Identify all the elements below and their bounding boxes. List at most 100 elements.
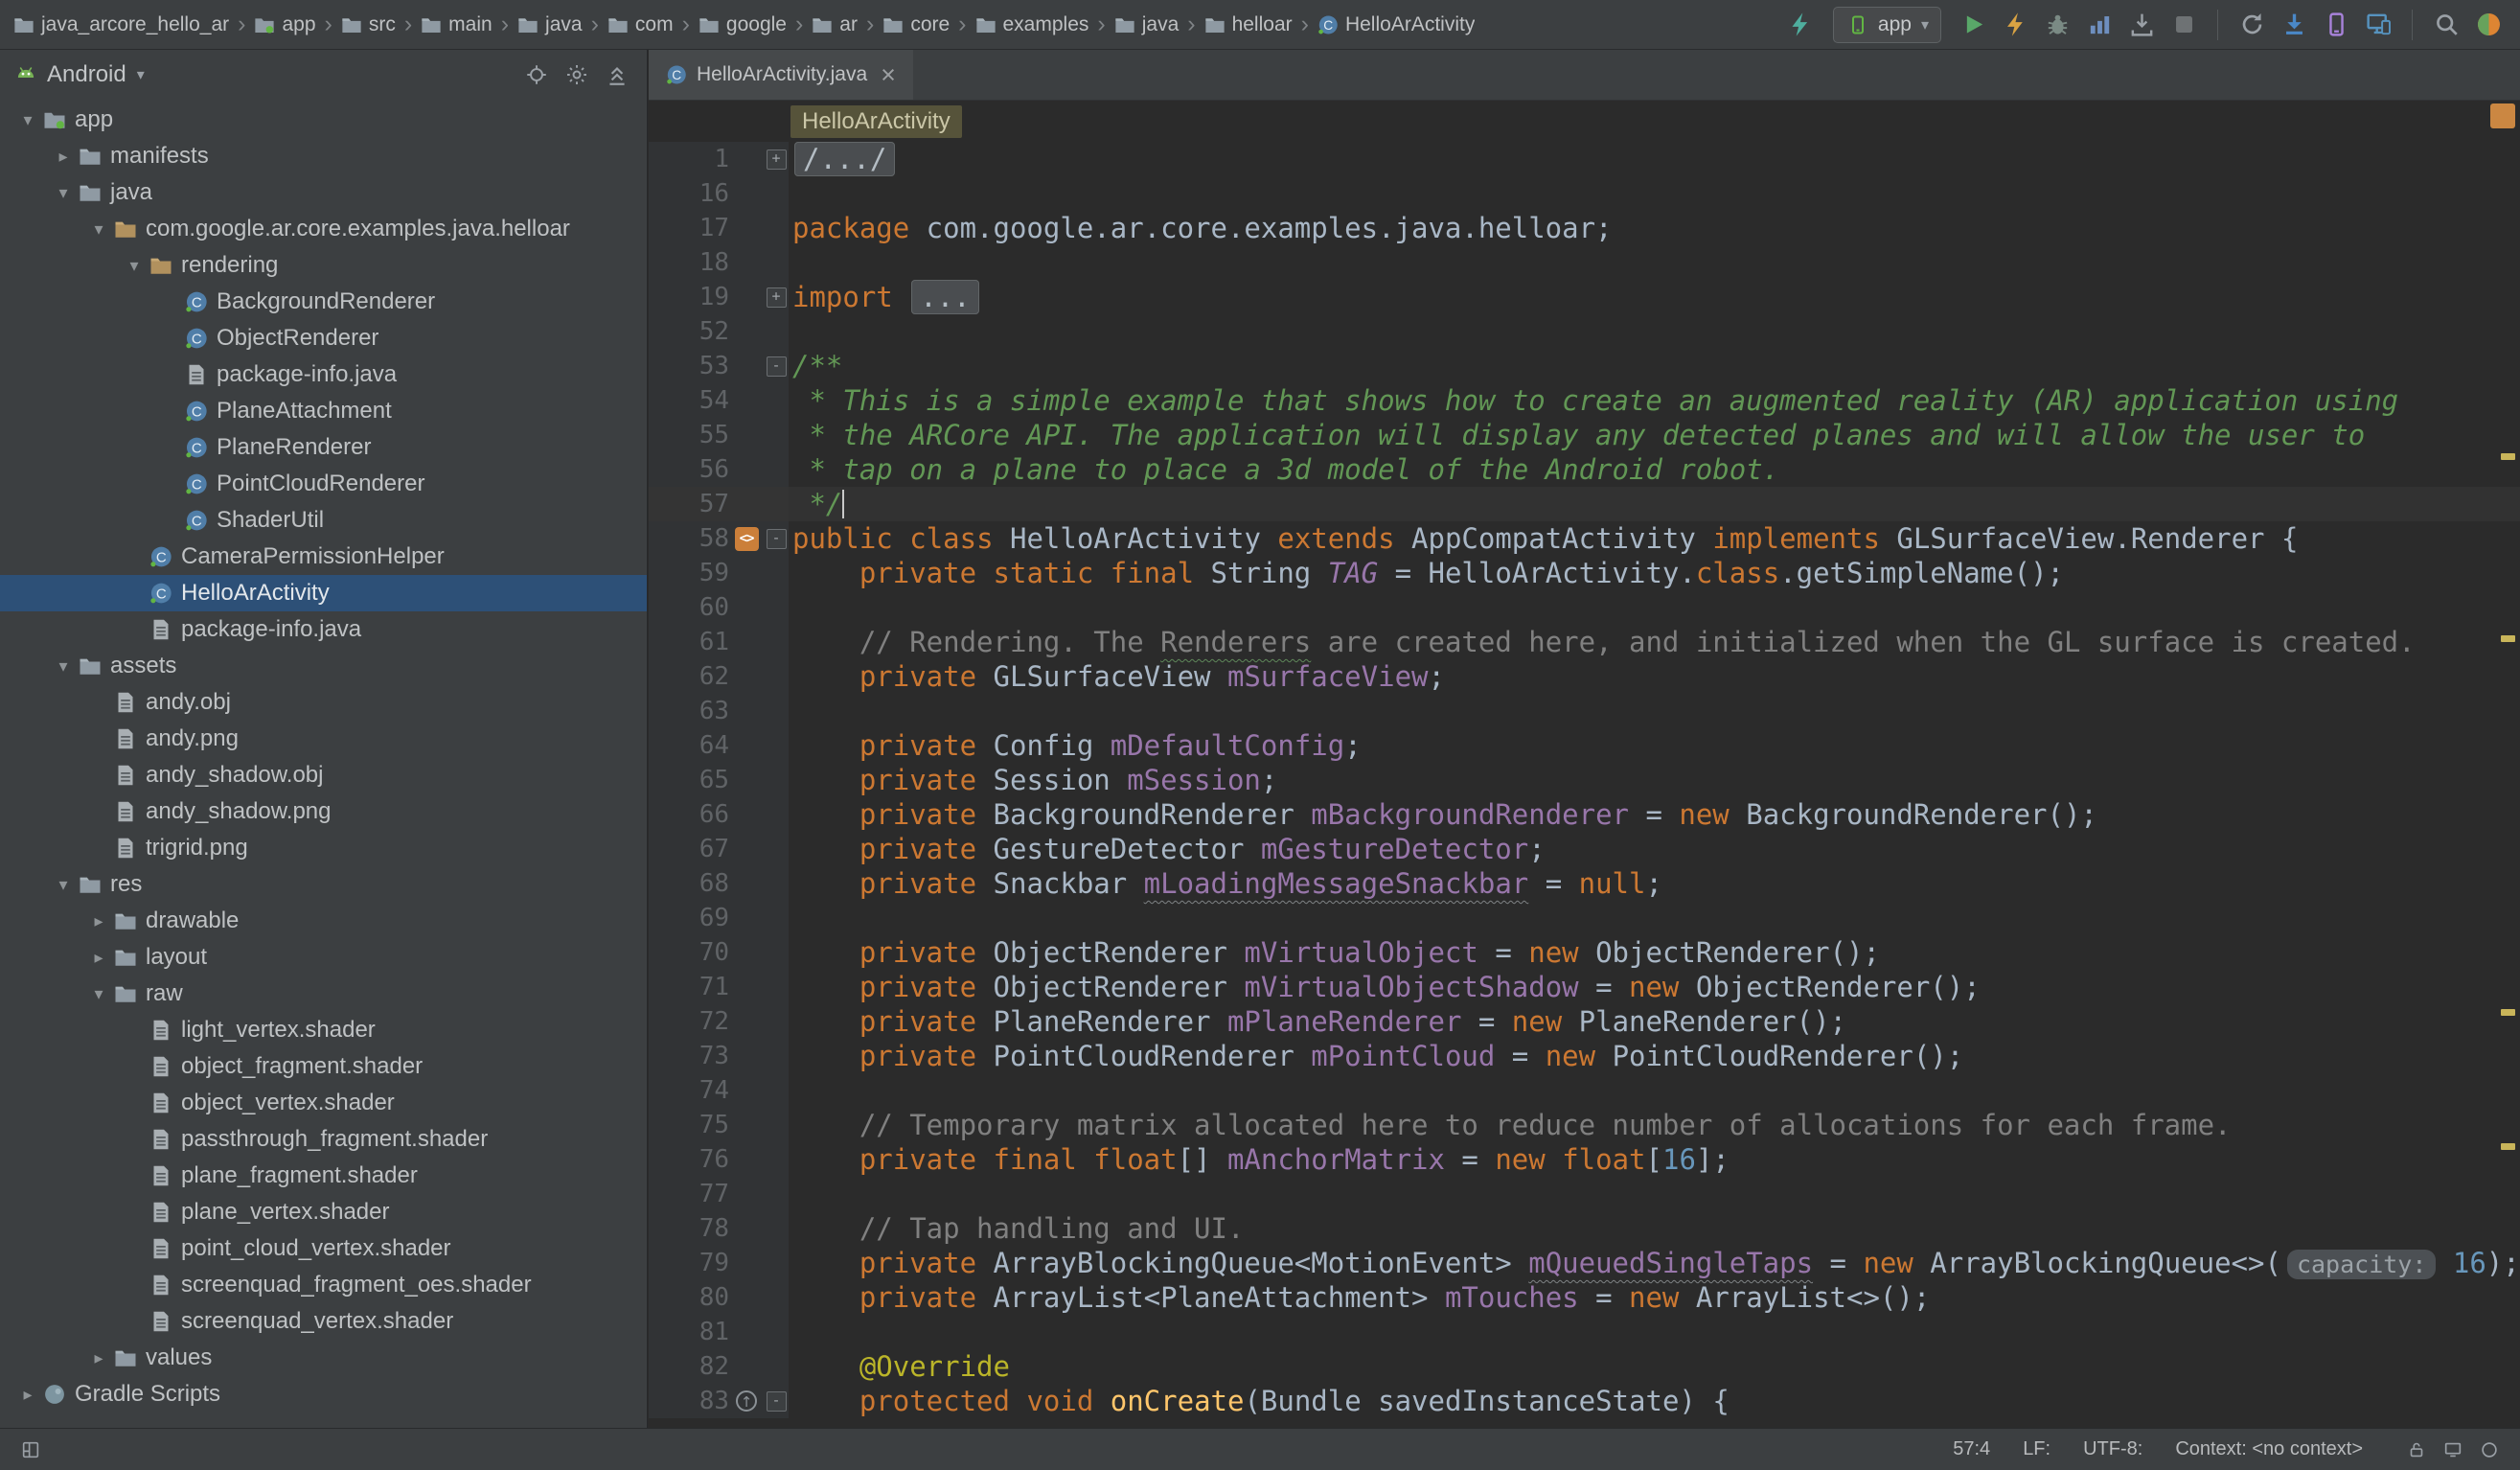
gutter-line-54[interactable]: 54 (649, 383, 789, 418)
breadcrumb-item-core[interactable]: core (882, 13, 950, 36)
screens-icon[interactable] (2438, 1435, 2468, 1465)
code-line-53[interactable]: 53-/** (649, 349, 2520, 383)
warning-stripe-mark[interactable] (2501, 635, 2515, 642)
gutter-line-77[interactable]: 77 (649, 1177, 789, 1211)
code-line-71[interactable]: 71 private ObjectRenderer mVirtualObject… (649, 970, 2520, 1004)
fold-collapse-icon[interactable]: - (767, 356, 787, 377)
breadcrumb-item-helloar[interactable]: helloar (1204, 13, 1293, 36)
gutter-line-16[interactable]: 16 (649, 176, 789, 211)
gutter-line-70[interactable]: 70 (649, 935, 789, 970)
gutter-line-53[interactable]: 53- (649, 349, 789, 383)
code-line-1[interactable]: 1+/.../ (649, 142, 2520, 176)
warning-stripe-mark[interactable] (2501, 1009, 2515, 1016)
gutter-line-59[interactable]: 59 (649, 556, 789, 590)
project-view-selector[interactable]: Android (47, 61, 126, 88)
code-line-76[interactable]: 76 private final float[] mAnchorMatrix =… (649, 1142, 2520, 1177)
tree-item-plane-vertex-shader[interactable]: plane_vertex.shader (0, 1194, 647, 1230)
error-stripe[interactable] (2495, 142, 2520, 1428)
tree-item-screenquad-vertex-shader[interactable]: screenquad_vertex.shader (0, 1303, 647, 1340)
gutter-line-81[interactable]: 81 (649, 1315, 789, 1349)
collapse-all-icon[interactable] (601, 58, 633, 91)
code-line-73[interactable]: 73 private PointCloudRenderer mPointClou… (649, 1039, 2520, 1073)
fold-expand-icon[interactable]: + (767, 149, 787, 170)
breadcrumb-item-helloaractivity[interactable]: CHelloArActivity (1317, 13, 1475, 36)
tree-item-helloaractivity[interactable]: CHelloArActivity (0, 575, 647, 611)
code-line-80[interactable]: 80 private ArrayList<PlaneAttachment> mT… (649, 1280, 2520, 1315)
tree-item-app[interactable]: ▾app (0, 102, 647, 138)
tree-item-andy-shadow-obj[interactable]: andy_shadow.obj (0, 757, 647, 793)
gutter-line-78[interactable]: 78 (649, 1211, 789, 1246)
gutter-line-68[interactable]: 68 (649, 866, 789, 901)
gutter-line-66[interactable]: 66 (649, 797, 789, 832)
tab-close-icon[interactable]: × (881, 62, 896, 88)
code-line-78[interactable]: 78 // Tap handling and UI. (649, 1211, 2520, 1246)
tree-item-layout[interactable]: ▸layout (0, 939, 647, 976)
expand-arrow-closed-icon[interactable]: ▸ (84, 1348, 113, 1368)
gutter-line-18[interactable]: 18 (649, 245, 789, 280)
gutter-line-58[interactable]: 58<>- (649, 521, 789, 556)
gutter-line-62[interactable]: 62 (649, 659, 789, 694)
code-line-64[interactable]: 64 private Config mDefaultConfig; (649, 728, 2520, 763)
code-line-74[interactable]: 74 (649, 1073, 2520, 1108)
code-line-62[interactable]: 62 private GLSurfaceView mSurfaceView; (649, 659, 2520, 694)
status-line-ending[interactable]: LF: (2023, 1438, 2050, 1460)
profiler-icon[interactable] (2081, 7, 2118, 43)
gutter-line-73[interactable]: 73 (649, 1039, 789, 1073)
tree-item-drawable[interactable]: ▸drawable (0, 903, 647, 939)
code-editor[interactable]: 1+/.../1617package com.google.ar.core.ex… (649, 142, 2520, 1428)
tree-item-planerenderer[interactable]: CPlaneRenderer (0, 429, 647, 466)
gear-icon[interactable] (561, 58, 593, 91)
gutter-line-69[interactable]: 69 (649, 901, 789, 935)
gutter-line-57[interactable]: 57 (649, 487, 789, 521)
breadcrumb-item-java[interactable]: java (1114, 13, 1180, 36)
search-icon[interactable] (2428, 7, 2464, 43)
expand-arrow-open-icon[interactable]: ▾ (49, 875, 78, 895)
tree-item-assets[interactable]: ▾assets (0, 648, 647, 684)
tree-item-com-google-ar-core-examples-java-helloar[interactable]: ▾com.google.ar.core.examples.java.helloa… (0, 211, 647, 247)
gutter-line-80[interactable]: 80 (649, 1280, 789, 1315)
status-caret-position[interactable]: 57:4 (1953, 1438, 1990, 1460)
code-line-59[interactable]: 59 private static final String TAG = Hel… (649, 556, 2520, 590)
gutter-line-60[interactable]: 60 (649, 590, 789, 625)
expand-arrow-closed-icon[interactable]: ▸ (84, 911, 113, 931)
tree-item-planeattachment[interactable]: CPlaneAttachment (0, 393, 647, 429)
tree-item-pointcloudrenderer[interactable]: CPointCloudRenderer (0, 466, 647, 502)
build-icon[interactable] (1783, 7, 1820, 43)
breadcrumb-item-google[interactable]: google (699, 13, 787, 36)
fold-collapse-icon[interactable]: - (767, 529, 787, 549)
tree-item-passthrough-fragment-shader[interactable]: passthrough_fragment.shader (0, 1121, 647, 1158)
breadcrumb-item-java-arcore-hello-ar[interactable]: java_arcore_hello_ar (13, 13, 229, 36)
gutter-line-56[interactable]: 56 (649, 452, 789, 487)
attach-debugger-icon[interactable] (2123, 7, 2160, 43)
code-line-57[interactable]: 57 */ (649, 487, 2520, 521)
gutter-line-17[interactable]: 17 (649, 211, 789, 245)
tree-item-andy-png[interactable]: andy.png (0, 721, 647, 757)
tree-item-screenquad-fragment-oes-shader[interactable]: screenquad_fragment_oes.shader (0, 1267, 647, 1303)
toolwindows-icon[interactable] (15, 1435, 46, 1465)
tree-item-light-vertex-shader[interactable]: light_vertex.shader (0, 1012, 647, 1048)
code-line-54[interactable]: 54 * This is a simple example that shows… (649, 383, 2520, 418)
code-line-63[interactable]: 63 (649, 694, 2520, 728)
code-line-77[interactable]: 77 (649, 1177, 2520, 1211)
expand-arrow-open-icon[interactable]: ▾ (13, 110, 42, 130)
code-line-60[interactable]: 60 (649, 590, 2520, 625)
code-line-16[interactable]: 16 (649, 176, 2520, 211)
override-gutter-icon[interactable]: ↑ (736, 1390, 757, 1412)
code-line-75[interactable]: 75 // Temporary matrix allocated here to… (649, 1108, 2520, 1142)
tree-item-andy-shadow-png[interactable]: andy_shadow.png (0, 793, 647, 830)
debug-icon[interactable] (2039, 7, 2075, 43)
assistant-avatar-icon[interactable] (2470, 7, 2507, 43)
tree-item-object-fragment-shader[interactable]: object_fragment.shader (0, 1048, 647, 1085)
expand-arrow-closed-icon[interactable]: ▸ (49, 147, 78, 167)
code-line-58[interactable]: 58<>-public class HelloArActivity extend… (649, 521, 2520, 556)
analysis-indicator[interactable] (2490, 103, 2515, 128)
expand-arrow-closed-icon[interactable]: ▸ (13, 1385, 42, 1405)
fold-expand-icon[interactable]: + (767, 287, 787, 308)
tree-item-java[interactable]: ▾java (0, 174, 647, 211)
code-line-65[interactable]: 65 private Session mSession; (649, 763, 2520, 797)
breadcrumb-item-app[interactable]: app (254, 13, 315, 36)
gutter-line-72[interactable]: 72 (649, 1004, 789, 1039)
gutter-line-55[interactable]: 55 (649, 418, 789, 452)
breadcrumb-item-java[interactable]: java (517, 13, 583, 36)
tree-item-object-vertex-shader[interactable]: object_vertex.shader (0, 1085, 647, 1121)
